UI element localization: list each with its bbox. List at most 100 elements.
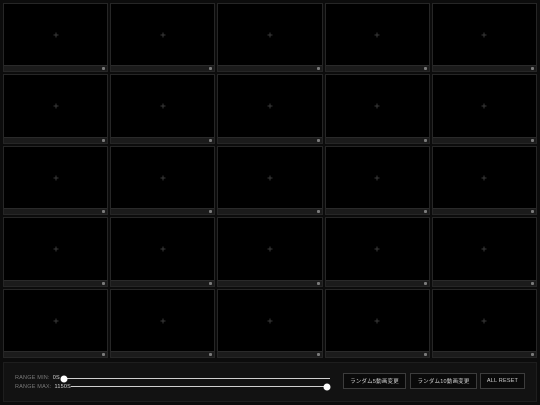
- cell-indicator-dot: [423, 281, 427, 285]
- cell-status-bar: [325, 351, 429, 357]
- cell-indicator-dot: [423, 67, 427, 71]
- video-cell[interactable]: [431, 288, 537, 358]
- plus-icon: [267, 318, 273, 324]
- cell-status-bar: [111, 65, 215, 72]
- plus-icon: [160, 103, 166, 109]
- cell-status-bar: [4, 65, 108, 72]
- cell-status-bar: [432, 65, 536, 72]
- cell-status-bar: [218, 351, 322, 357]
- cell-status-bar: [325, 279, 429, 286]
- plus-icon: [53, 318, 59, 324]
- plus-icon: [160, 318, 166, 324]
- plus-icon: [53, 175, 59, 181]
- video-cell[interactable]: [217, 288, 323, 358]
- all-reset-button[interactable]: ALL RESET: [480, 373, 525, 389]
- video-cell[interactable]: [110, 3, 216, 73]
- cell-status-bar: [432, 208, 536, 215]
- video-cell[interactable]: [431, 3, 537, 73]
- plus-icon: [374, 32, 380, 38]
- video-cell[interactable]: [431, 145, 537, 216]
- plus-icon: [481, 318, 487, 324]
- video-cell[interactable]: [431, 74, 537, 144]
- range-min-value: 0S: [52, 375, 60, 381]
- cell-status-bar: [4, 279, 108, 286]
- cell-status-bar: [432, 136, 536, 143]
- control-panel: RANGE MIN: 0S RANGE MAX: 1150S ランダム5動画変更…: [3, 362, 537, 402]
- plus-icon: [481, 246, 487, 252]
- cell-status-bar: [111, 351, 215, 357]
- cell-indicator-dot: [316, 138, 320, 142]
- plus-icon: [374, 318, 380, 324]
- cell-status-bar: [325, 136, 429, 143]
- video-cell[interactable]: [217, 74, 323, 144]
- cell-indicator-dot: [209, 138, 213, 142]
- range-min-track: [64, 378, 330, 379]
- video-grid-app: RANGE MIN: 0S RANGE MAX: 1150S ランダム5動画変更…: [0, 0, 540, 405]
- range-min-thumb[interactable]: [60, 375, 68, 382]
- cell-status-bar: [111, 279, 215, 286]
- video-grid: [3, 3, 537, 358]
- video-cell[interactable]: [324, 3, 430, 73]
- cell-status-bar: [111, 208, 215, 215]
- cell-indicator-dot: [102, 353, 106, 356]
- range-max-row: RANGE MAX: 1150S: [15, 382, 71, 392]
- range-max-slider[interactable]: [71, 382, 331, 390]
- plus-icon: [374, 103, 380, 109]
- video-cell[interactable]: [324, 74, 430, 144]
- cell-indicator-dot: [102, 138, 106, 142]
- random-5-button[interactable]: ランダム5動画変更: [343, 373, 406, 389]
- video-cell[interactable]: [110, 74, 216, 144]
- cell-indicator-dot: [209, 281, 213, 285]
- video-cell[interactable]: [110, 217, 216, 287]
- video-cell[interactable]: [217, 3, 323, 73]
- cell-indicator-dot: [530, 210, 534, 214]
- video-cell[interactable]: [324, 217, 430, 287]
- plus-icon: [160, 175, 166, 181]
- cell-indicator-dot: [530, 353, 534, 356]
- cell-status-bar: [218, 65, 322, 72]
- video-cell[interactable]: [3, 145, 109, 216]
- cell-indicator-dot: [423, 353, 427, 356]
- video-cell[interactable]: [3, 217, 109, 287]
- cell-status-bar: [218, 208, 322, 215]
- cell-status-bar: [432, 351, 536, 357]
- video-cell[interactable]: [324, 145, 430, 216]
- cell-indicator-dot: [102, 281, 106, 285]
- cell-status-bar: [325, 208, 429, 215]
- plus-icon: [267, 246, 273, 252]
- range-min-label: RANGE MIN:: [15, 375, 50, 381]
- video-cell[interactable]: [110, 145, 216, 216]
- plus-icon: [481, 32, 487, 38]
- range-min-slider[interactable]: [60, 374, 330, 382]
- range-max-value: 1150S: [54, 384, 72, 390]
- cell-status-bar: [432, 279, 536, 286]
- cell-status-bar: [4, 136, 108, 143]
- plus-icon: [53, 103, 59, 109]
- plus-icon: [160, 32, 166, 38]
- cell-indicator-dot: [316, 67, 320, 71]
- video-cell[interactable]: [3, 74, 109, 144]
- video-cell[interactable]: [431, 217, 537, 287]
- video-cell[interactable]: [217, 217, 323, 287]
- cell-indicator-dot: [316, 210, 320, 214]
- plus-icon: [374, 246, 380, 252]
- cell-status-bar: [4, 351, 108, 357]
- video-cell[interactable]: [324, 288, 430, 358]
- plus-icon: [481, 175, 487, 181]
- video-cell[interactable]: [217, 145, 323, 216]
- video-cell[interactable]: [3, 3, 109, 73]
- plus-icon: [267, 175, 273, 181]
- video-cell[interactable]: [110, 288, 216, 358]
- plus-icon: [481, 103, 487, 109]
- cell-indicator-dot: [316, 353, 320, 356]
- random-10-button[interactable]: ランダム10動画変更: [410, 373, 477, 389]
- plus-icon: [53, 246, 59, 252]
- plus-icon: [374, 175, 380, 181]
- cell-indicator-dot: [316, 281, 320, 285]
- video-cell[interactable]: [3, 288, 109, 358]
- cell-indicator-dot: [530, 138, 534, 142]
- cell-status-bar: [4, 208, 108, 215]
- cell-status-bar: [218, 136, 322, 143]
- range-max-thumb[interactable]: [323, 383, 331, 390]
- cell-status-bar: [218, 279, 322, 286]
